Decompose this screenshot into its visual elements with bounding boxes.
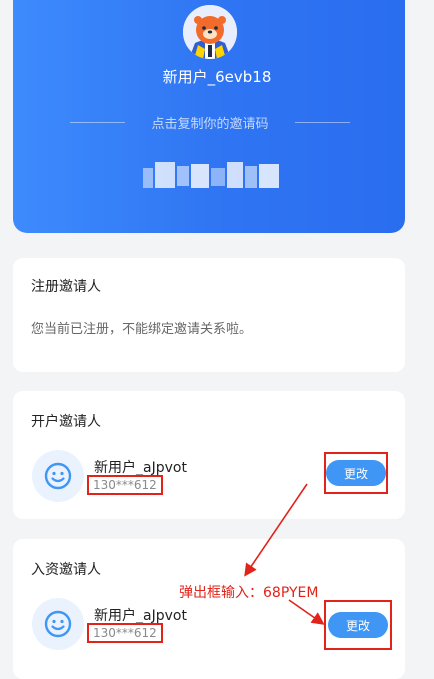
fund-inviter-name: 新用户_aJpvot xyxy=(94,608,187,624)
register-inviter-title: 注册邀请人 xyxy=(31,279,101,295)
divider-left xyxy=(70,121,125,123)
username: 新用户_6evb18 xyxy=(162,68,272,86)
fund-inviter-card: 入资邀请人 新用户_aJpvot 130***612 更改 xyxy=(13,539,405,679)
fund-inviter-change-highlight: 更改 xyxy=(324,600,392,650)
invite-code-pixelated[interactable] xyxy=(143,160,281,190)
fund-inviter-phone: 130***612 xyxy=(87,623,163,643)
divider-right xyxy=(294,121,350,123)
smiley-avatar-icon xyxy=(44,610,72,638)
account-inviter-change-button[interactable]: 更改 xyxy=(326,460,386,486)
user-avatar[interactable] xyxy=(183,5,237,59)
register-inviter-card: 注册邀请人 您当前已注册，不能绑定邀请关系啦。 xyxy=(13,258,405,372)
account-inviter-avatar xyxy=(32,450,84,502)
copy-invite-code-hint: 点击复制你的邀请码 xyxy=(151,116,269,132)
account-inviter-name: 新用户_aJpvot xyxy=(94,460,187,476)
fund-inviter-change-button[interactable]: 更改 xyxy=(328,612,388,638)
mascot-avatar-icon xyxy=(183,5,237,59)
smiley-avatar-icon xyxy=(44,462,72,490)
account-inviter-change-highlight: 更改 xyxy=(324,452,388,494)
fund-inviter-title: 入资邀请人 xyxy=(31,562,101,578)
account-inviter-phone: 130***612 xyxy=(87,475,163,495)
fund-inviter-avatar xyxy=(32,598,84,650)
account-inviter-card: 开户邀请人 新用户_aJpvot 130***612 更改 xyxy=(13,391,405,519)
account-inviter-title: 开户邀请人 xyxy=(31,414,101,430)
popup-input-annotation: 弹出框输入：68PYEM xyxy=(179,585,319,601)
register-inviter-message: 您当前已注册，不能绑定邀请关系啦。 xyxy=(31,322,253,337)
copy-hint-row[interactable]: 点击复制你的邀请码 xyxy=(70,112,350,132)
